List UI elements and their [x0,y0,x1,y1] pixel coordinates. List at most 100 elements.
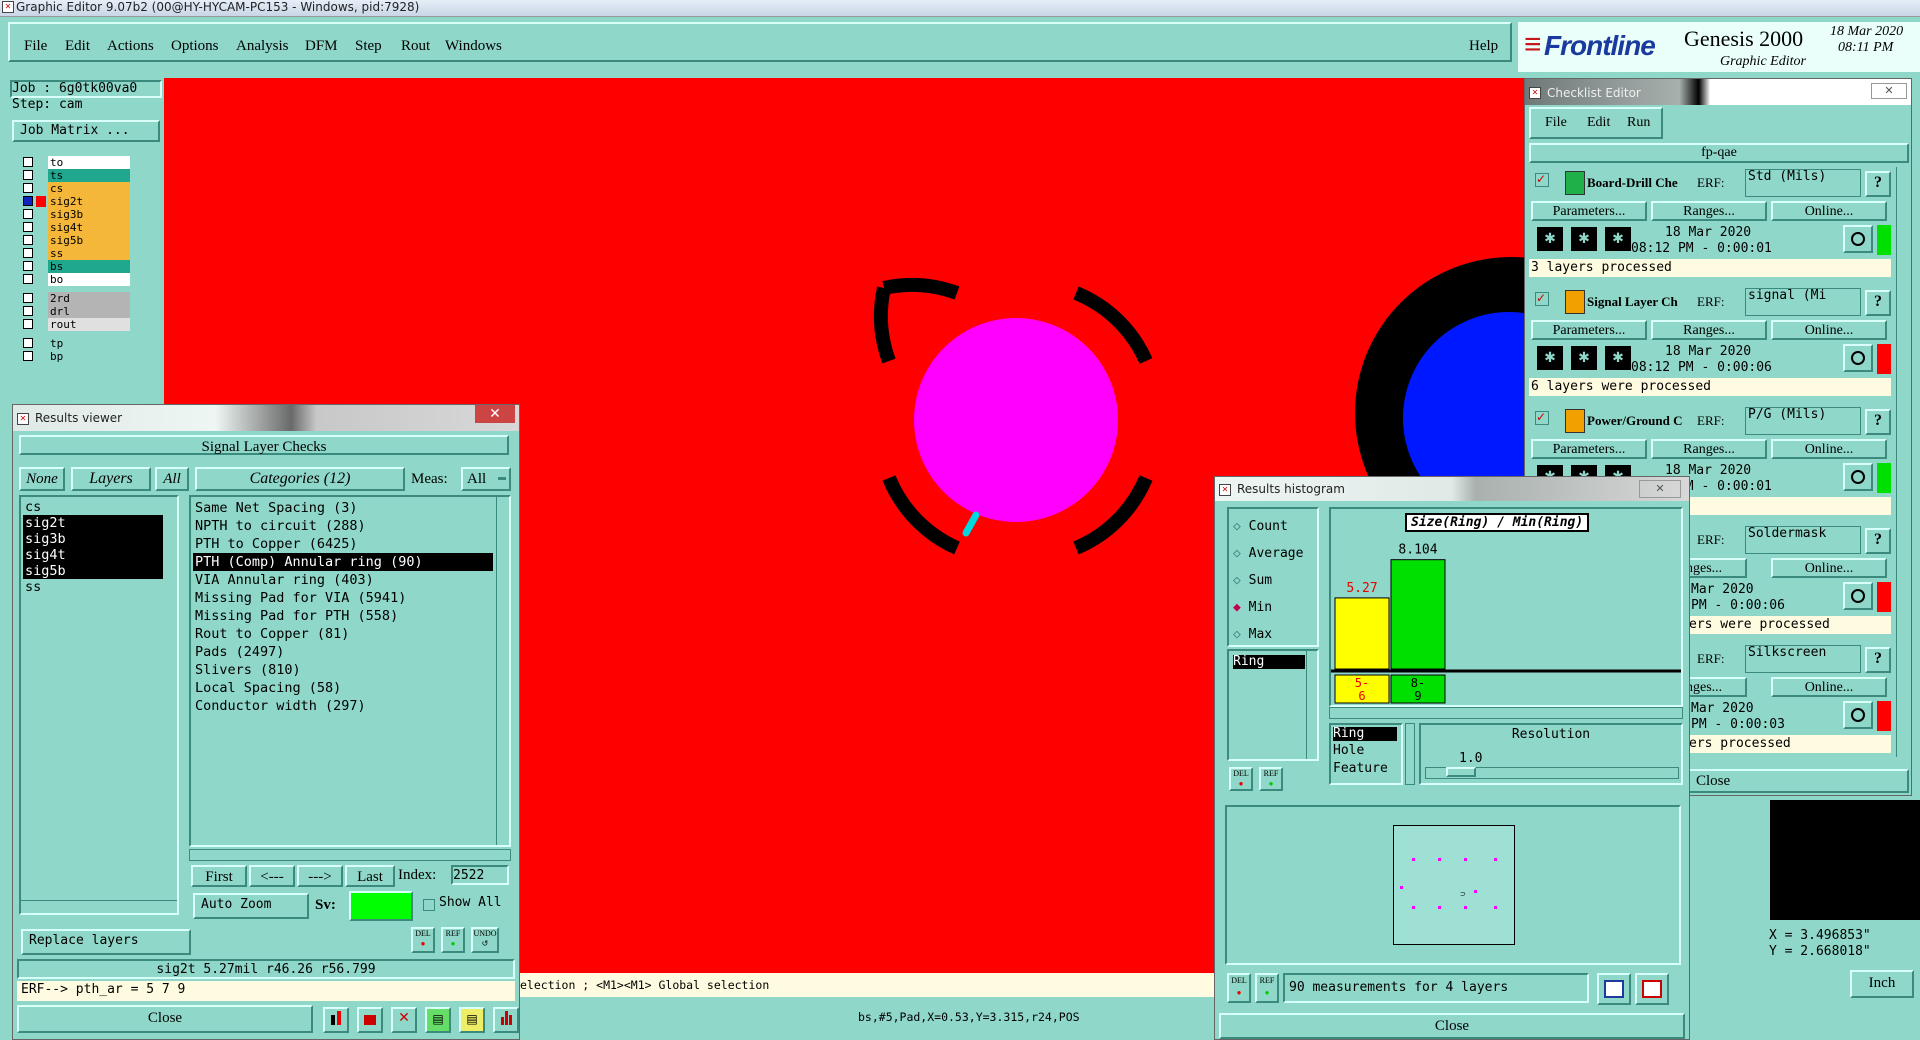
ce-parameters-button[interactable]: Parameters... [1531,201,1647,221]
rv-layer-item[interactable]: sig2t [23,515,163,531]
layer-name[interactable]: sig3b [48,208,130,221]
menu-options[interactable]: Options [171,38,219,55]
ce-ranges-button[interactable]: Ranges... [1651,201,1767,221]
rv-category-item[interactable]: VIA Annular ring (403) [193,571,493,589]
menu-file[interactable]: File [24,38,47,55]
rv-category-item[interactable]: Conductor width (297) [193,697,493,715]
menu-step[interactable]: Step [355,38,382,55]
tool-chart-icon[interactable] [323,1007,349,1033]
layer-name[interactable]: sig4t [48,221,130,234]
ce-online-button[interactable]: Online... [1771,201,1887,221]
rh-option-min[interactable]: ◆ Min [1233,600,1272,615]
del-button[interactable]: DEL ● [411,927,435,953]
rh-metric-feature[interactable]: Feature [1333,761,1388,776]
rv-category-item[interactable]: Local Spacing (58) [193,679,493,697]
layer-row-sig2t[interactable]: sig2t [20,195,138,208]
rv-category-list[interactable]: Same Net Spacing (3) NPTH to circuit (288… [189,495,511,847]
rh-field-ring[interactable]: Ring [1233,655,1305,669]
layer-name[interactable]: cs [48,182,130,195]
last-button[interactable]: Last [345,865,395,887]
ce-run-icon[interactable]: ✱ [1571,227,1597,251]
rh-ref-button[interactable]: REF ● [1259,767,1283,791]
rv-category-item[interactable]: Slivers (810) [193,661,493,679]
ce-run-icon[interactable]: ✱ [1537,346,1563,370]
rh-field-list[interactable]: Ring [1227,649,1319,761]
layer-name[interactable]: ss [48,247,130,260]
layer-checkbox[interactable] [23,183,33,193]
rh-option-sum[interactable]: ◇ Sum [1233,573,1272,588]
rv-category-item[interactable]: Same Net Spacing (3) [193,499,493,517]
ce-help-button[interactable]: ? [1865,528,1891,554]
layer-name[interactable]: 2rd [48,292,130,305]
layer-checkbox[interactable] [23,170,33,180]
layer-checkbox[interactable] [23,157,33,167]
rv-layer-item[interactable]: sig4t [23,547,163,563]
tool-cross-icon[interactable]: ✕ [391,1007,417,1033]
ce-help-button[interactable]: ? [1865,409,1891,435]
rh-close-x-button[interactable]: ✕ [1639,480,1681,498]
layer-checkbox[interactable] [23,209,33,219]
layer-checkbox[interactable] [23,222,33,232]
layer-row-tp[interactable]: tp [20,337,138,350]
ce-help-button[interactable]: ? [1865,171,1891,197]
layer-checkbox[interactable] [23,196,33,206]
rh-export-button[interactable] [1597,973,1631,1005]
rv-layer-hscroll[interactable] [21,900,177,913]
ce-zoom-button[interactable] [1843,344,1873,372]
layer-row-drl[interactable]: drl [20,305,138,318]
menu-help[interactable]: Help [1469,38,1498,55]
layer-name[interactable]: bp [48,350,130,363]
menu-windows[interactable]: Windows [445,38,502,55]
layer-row-to[interactable]: to [20,156,138,169]
layer-row-ss[interactable]: ss [20,247,138,260]
rh-option-max[interactable]: ◇ Max [1233,627,1272,642]
categories-button[interactable]: Categories (12) [195,467,405,491]
rv-category-hscroll[interactable] [189,849,511,861]
rv-category-vscroll[interactable] [496,497,509,845]
ce-help-button[interactable]: ? [1865,290,1891,316]
rh-metric-hole[interactable]: Hole [1333,743,1364,758]
ce-erf-field[interactable]: Silkscreen [1745,645,1861,673]
layer-checkbox[interactable] [23,306,33,316]
ce-online-button[interactable]: Online... [1771,558,1887,578]
rh-ref2-button[interactable]: REF ● [1255,973,1279,1003]
first-button[interactable]: First [191,865,247,887]
ce-parameters-button[interactable]: Parameters... [1531,320,1647,340]
rh-resolution-slider[interactable] [1425,767,1679,779]
rh-import-button[interactable] [1635,973,1669,1005]
layer-name[interactable]: sig2t [48,195,130,208]
rv-layer-list[interactable]: cs sig2t sig3b sig4t sig5b ss [19,495,179,915]
layer-name[interactable]: bs [48,260,130,273]
rh-close-button[interactable]: Close [1219,1013,1685,1039]
menu-actions[interactable]: Actions [107,38,154,55]
menu-edit[interactable]: Edit [65,38,90,55]
rv-category-item[interactable]: Rout to Copper (81) [193,625,493,643]
menu-analysis[interactable]: Analysis [236,38,289,55]
layer-name[interactable]: sig5b [48,234,130,247]
rh-slider-thumb[interactable] [1446,767,1476,777]
units-button[interactable]: Inch [1850,970,1914,998]
undo-button[interactable]: UNDO ↺ [471,927,499,953]
rh-chart-hscroll[interactable] [1329,707,1683,719]
rh-option-count[interactable]: ◇ Count [1233,519,1288,534]
prev-button[interactable]: <--- [249,865,295,887]
sv-color-dropdown[interactable] [349,891,413,921]
layer-name[interactable]: bo [48,273,130,286]
ce-ranges-button[interactable]: Ranges... [1651,320,1767,340]
rh-metric-vscroll[interactable] [1405,723,1415,785]
ce-parameters-button[interactable]: Parameters... [1531,439,1647,459]
ce-run-icon[interactable]: ✱ [1605,346,1631,370]
index-input[interactable]: 2522 [451,865,509,885]
layer-row-sig3b[interactable]: sig3b [20,208,138,221]
rv-layer-item[interactable]: cs [23,499,163,515]
tool-report-icon[interactable]: ▤ [459,1007,485,1033]
rh-option-average[interactable]: ◇ Average [1233,546,1303,561]
layer-name[interactable]: to [48,156,130,169]
layer-checkbox[interactable] [23,338,33,348]
layer-row-sig5b[interactable]: sig5b [20,234,138,247]
rv-category-item[interactable]: PTH to Copper (6425) [193,535,493,553]
ce-check-enable-checkbox[interactable]: ✓ [1535,411,1549,425]
layer-row-rout[interactable]: rout [20,318,138,331]
rv-category-item[interactable]: PTH (Comp) Annular ring (90) [193,553,493,571]
layer-checkbox[interactable] [23,293,33,303]
